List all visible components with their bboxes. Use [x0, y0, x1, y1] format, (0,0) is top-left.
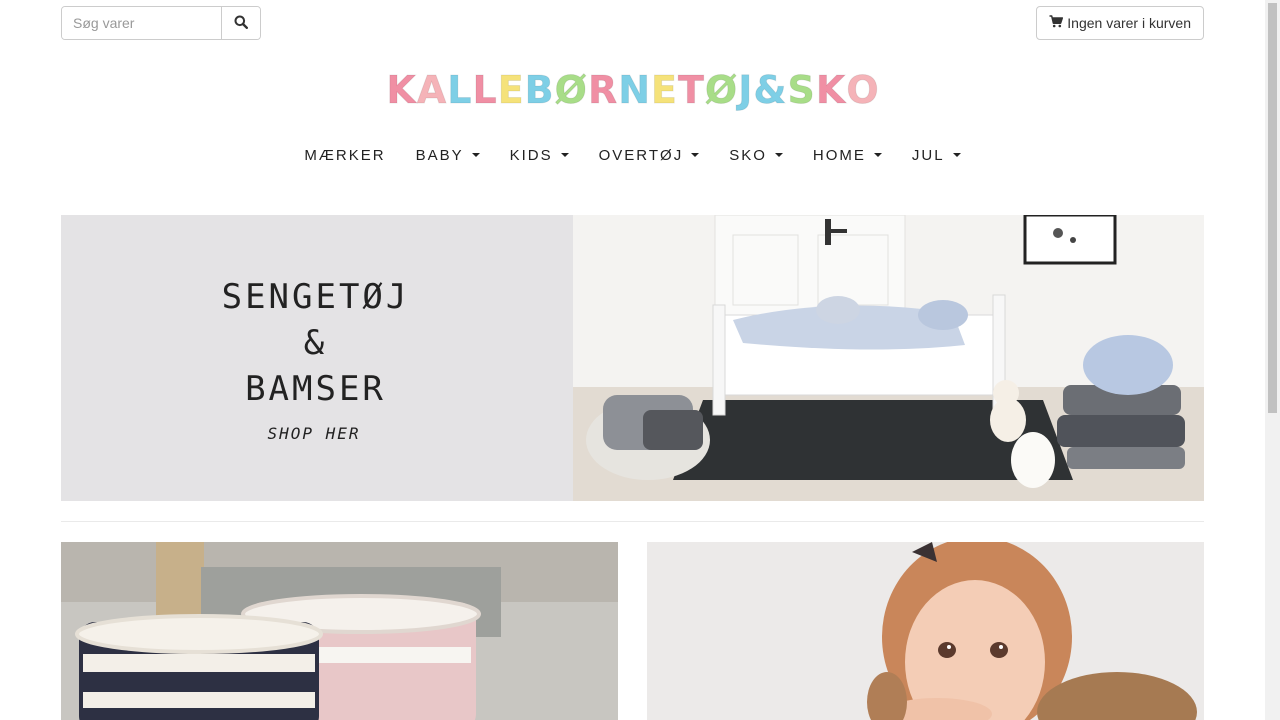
caret-down-icon — [691, 153, 700, 157]
category-tile-shoes[interactable] — [61, 542, 618, 720]
logo-letter: B — [524, 68, 555, 113]
logo-letter: K — [815, 68, 847, 113]
banner-title-line-1: SENGETØJ — [221, 276, 410, 317]
search-input[interactable] — [62, 7, 221, 39]
nav-item-2[interactable]: KIDS — [510, 143, 569, 167]
nav-item-label: BABY — [415, 146, 464, 164]
logo-letter: & — [753, 68, 788, 113]
nav-item-4[interactable]: SKO — [729, 143, 783, 167]
logo-letter: N — [618, 68, 652, 113]
category-tile-kids[interactable] — [647, 542, 1204, 720]
nav-item-label: KIDS — [509, 146, 553, 164]
nav-item-1[interactable]: BABY — [416, 143, 480, 167]
cart-button[interactable]: Ingen varer i kurven — [1036, 6, 1204, 40]
logo-letter: O — [846, 68, 880, 113]
search-form — [61, 6, 261, 40]
nav-item-3[interactable]: OVERTØJ — [599, 143, 700, 167]
caret-down-icon — [952, 153, 961, 157]
logo-letter: A — [416, 68, 448, 113]
search-button[interactable] — [221, 7, 260, 39]
search-icon — [234, 15, 249, 32]
store-logo[interactable]: KALLE BØRNETØJ & SKO — [386, 64, 879, 116]
nav-item-label: MÆRKER — [304, 146, 386, 164]
nav-item-label: OVERTØJ — [598, 146, 684, 164]
logo-letter: L — [472, 68, 498, 113]
logo-letter: S — [787, 68, 816, 113]
caret-down-icon — [774, 153, 783, 157]
logo-letter: E — [651, 68, 678, 113]
hero-banner[interactable]: SENGETØJ & BAMSER SHOP HER — [61, 215, 1204, 501]
caret-down-icon — [560, 153, 569, 157]
scrollbar-thumb[interactable] — [1268, 3, 1277, 413]
logo-letter: R — [587, 68, 619, 113]
main-nav: MÆRKER BABY KIDS OVERTØJ SKO HOME JUL — [0, 143, 1265, 167]
nav-item-label: HOME — [812, 146, 866, 164]
logo-letter: Ø — [554, 68, 588, 113]
page-scrollbar[interactable] — [1265, 0, 1280, 720]
nav-item-0[interactable]: MÆRKER — [304, 143, 385, 167]
logo-letter: Ø — [704, 68, 739, 113]
logo-letter: T — [677, 68, 705, 113]
banner-cta[interactable]: SHOP HER — [267, 424, 360, 443]
banner-title-line-2: & — [303, 322, 328, 363]
section-divider — [61, 521, 1204, 522]
nav-item-label: SKO — [729, 146, 767, 164]
logo-letter: E — [497, 68, 525, 113]
logo-letter: K — [386, 68, 417, 113]
logo-letter: L — [447, 68, 473, 113]
nav-item-5[interactable]: HOME — [813, 143, 882, 167]
cart-icon — [1049, 15, 1064, 31]
caret-down-icon — [471, 153, 480, 157]
nav-item-6[interactable]: JUL — [912, 143, 961, 167]
cart-label: Ingen varer i kurven — [1067, 15, 1191, 31]
banner-title-line-3: BAMSER — [245, 368, 386, 409]
banner-photo-nursery — [573, 215, 1204, 501]
nav-item-label: JUL — [911, 146, 945, 164]
banner-text-panel: SENGETØJ & BAMSER SHOP HER — [61, 215, 573, 501]
caret-down-icon — [873, 153, 882, 157]
logo-letter: J — [738, 68, 754, 113]
